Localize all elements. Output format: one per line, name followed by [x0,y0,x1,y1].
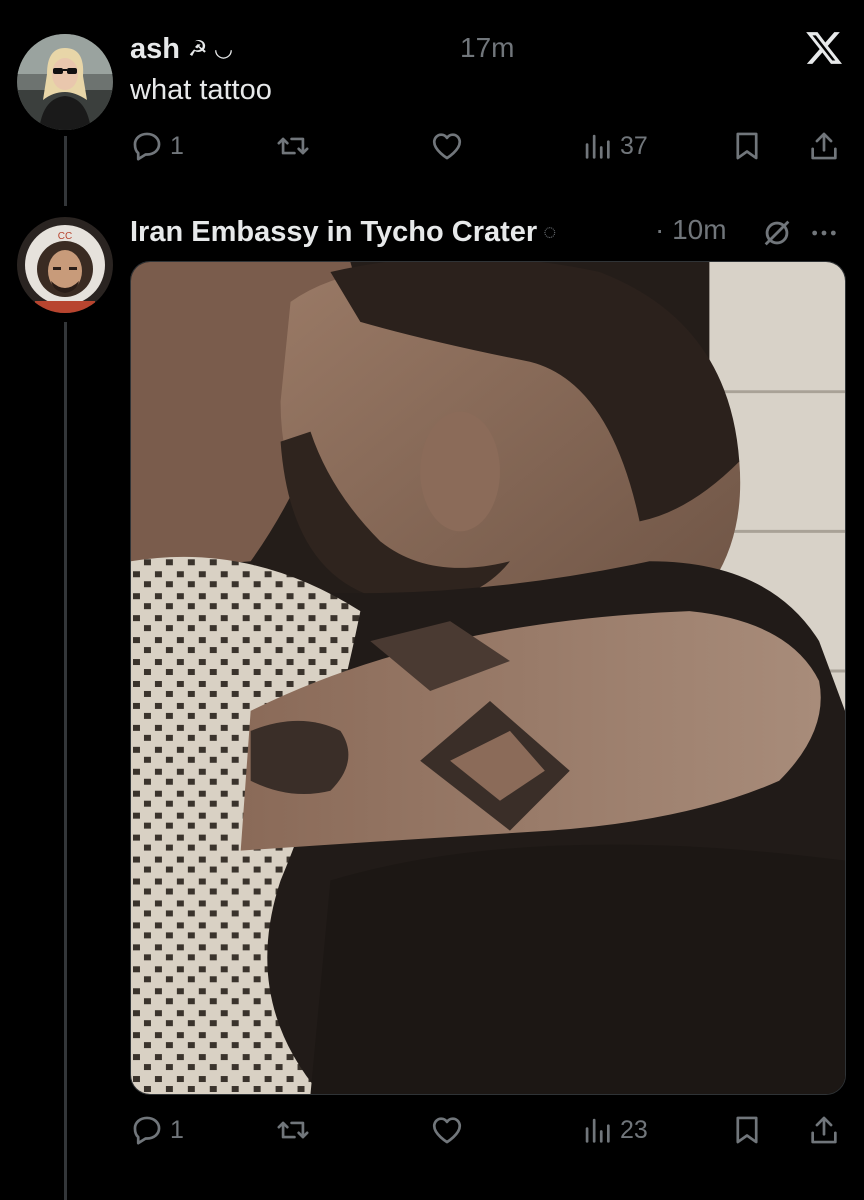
retweet-button[interactable] [276,126,316,166]
tweet-timestamp[interactable]: 17m [460,32,514,64]
heart-icon [432,133,462,160]
photo-image [131,262,845,1094]
reply-button[interactable]: 1 [130,1110,184,1150]
x-logo-icon [806,32,842,64]
bookmark-icon [736,132,758,160]
tweet-text: what tattoo [130,74,272,106]
reply-count: 1 [170,131,184,160]
tweet-media-photo[interactable] [130,261,846,1095]
mute-slash-icon[interactable] [760,216,794,250]
like-button[interactable] [430,126,470,166]
reply-count: 1 [170,1115,184,1144]
bookmark-button[interactable] [730,126,764,166]
share-button[interactable] [807,1110,841,1150]
ellipsis-icon[interactable] [808,216,840,250]
thread-connector-line [64,322,67,1200]
retweet-button[interactable] [276,1110,316,1150]
share-upload-icon [811,132,837,160]
retweet-arrows-icon [277,1121,309,1139]
avatar-image: CC [17,217,113,313]
share-upload-icon [811,1116,837,1144]
author-badge: ◌ [543,219,557,244]
bookmark-icon [736,1116,758,1144]
views-button[interactable]: 37 [580,126,648,166]
avatar-image [17,34,113,130]
view-count: 23 [620,1115,648,1144]
retweet-arrows-icon [277,137,309,155]
tweet-timestamp[interactable]: · 10m [655,214,727,246]
heart-icon [432,1117,462,1144]
share-button[interactable] [807,126,841,166]
view-count: 37 [620,131,648,160]
speech-bubble-icon [133,132,161,161]
author-name[interactable]: Iran Embassy in Tycho Crater [130,216,537,249]
speech-bubble-icon [133,1116,161,1145]
svg-text:CC: CC [58,231,72,242]
avatar[interactable] [17,34,113,130]
tweet-header: Iran Embassy in Tycho Crater ◌ [130,212,556,252]
like-button[interactable] [430,1110,470,1150]
bar-chart-icon [585,1118,610,1143]
author-name-emoji: ☭ ◡ [187,36,234,61]
tweet-actions: 1 37 [130,126,844,166]
bookmark-button[interactable] [730,1110,764,1150]
thread-connector-line [64,136,67,206]
avatar[interactable]: CC [17,217,113,313]
reply-button[interactable]: 1 [130,126,184,166]
views-button[interactable]: 23 [580,1110,648,1150]
tweet-header: ash ☭ ◡ [130,29,233,69]
tweet-actions: 1 23 [130,1110,844,1150]
bar-chart-icon [585,134,610,159]
author-name[interactable]: ash [130,33,180,66]
